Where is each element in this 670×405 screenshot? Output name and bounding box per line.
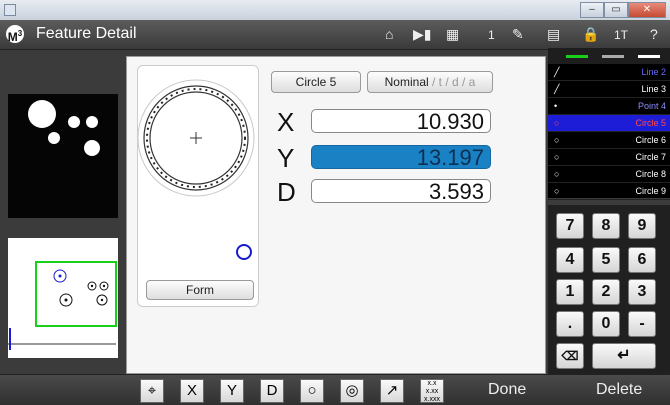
lock-icon[interactable]: 🔒 [582, 26, 599, 43]
d-tool-button[interactable]: D [260, 379, 284, 403]
x-label: X [277, 107, 295, 137]
m3-logo: M3 [6, 25, 24, 44]
list-item[interactable]: ○ Circle 7 [548, 149, 670, 166]
help-button[interactable]: ? [650, 26, 658, 42]
close-button[interactable]: ✕ [628, 2, 666, 18]
circle-icon: ○ [554, 135, 560, 145]
circle-icon: ○ [554, 186, 560, 196]
window-controls: – ▭ ✕ [580, 2, 666, 18]
x-tool-button[interactable]: X [180, 379, 204, 403]
part-view[interactable] [8, 238, 118, 358]
list-item[interactable]: ╱ Line 3 [548, 81, 670, 98]
list-item[interactable]: ○ Circle 6 [548, 132, 670, 149]
line-icon: ╱ [554, 83, 560, 94]
gray-bar-icon [602, 55, 624, 58]
list-item[interactable]: ╱ Line 2 [548, 64, 670, 81]
key-7[interactable]: 7 [556, 213, 584, 239]
delete-button[interactable]: Delete [596, 381, 642, 399]
key-6[interactable]: 6 [628, 247, 656, 273]
camera-image [28, 100, 100, 156]
video-icon[interactable]: ▶▮ [413, 26, 431, 43]
key-4[interactable]: 4 [556, 247, 584, 273]
camera-preview[interactable] [8, 94, 118, 218]
ruler-icon[interactable]: ▤ [547, 26, 560, 43]
form-button[interactable]: Form [146, 280, 254, 300]
counter-label: 1 [488, 28, 495, 42]
x-value-field[interactable]: 10.930 [311, 109, 491, 134]
circle-icon: ○ [554, 169, 560, 179]
white-bar-icon [638, 55, 660, 58]
key-minus[interactable]: - [628, 311, 656, 337]
key-decimal[interactable]: . [556, 311, 584, 337]
circle-icon[interactable]: ○ [300, 379, 324, 403]
y-label: Y [277, 143, 295, 173]
arrow-icon[interactable]: ↗ [380, 379, 404, 403]
page-title: Feature Detail [36, 25, 137, 42]
numeric-keypad: 7 8 9 4 5 6 1 2 3 . 0 - ⌫ ↵ [548, 205, 670, 375]
bottom-toolbar: ⌖ X Y D ○ ◎ ↗ x.x x.xx x.xxx Done Delete [0, 374, 670, 405]
key-8[interactable]: 8 [592, 213, 620, 239]
part-view-drawing [8, 261, 117, 350]
circle-icon: ○ [554, 152, 560, 162]
tolerance-label: / t / d / a [428, 75, 476, 89]
enter-icon[interactable]: ↵ [592, 343, 656, 369]
list-item[interactable]: ○ Circle 8 [548, 166, 670, 183]
tool-label[interactable]: 1T [614, 28, 628, 42]
feature-name-button[interactable]: Circle 5 [271, 71, 361, 93]
list-header [548, 48, 670, 64]
home-icon[interactable]: ⌂ [385, 26, 393, 42]
form-circle-icon[interactable] [236, 244, 252, 260]
nominal-label: Nominal [384, 75, 429, 89]
circle-icon: ○ [554, 118, 560, 128]
circle-form-plot [137, 79, 255, 197]
grid-icon[interactable]: ▦ [446, 26, 459, 43]
y-tool-button[interactable]: Y [220, 379, 244, 403]
window-titlebar: – ▭ ✕ [0, 0, 670, 20]
line-icon: ╱ [554, 66, 560, 77]
concentric-icon[interactable]: ◎ [340, 379, 364, 403]
list-item-selected[interactable]: ○ Circle 5 [548, 115, 670, 132]
form-plot-panel: Form [137, 65, 259, 307]
point-icon: • [554, 101, 558, 111]
feature-list: ╱ Line 2 ╱ Line 3 • Point 4 ○ Circle 5 ○ Circ… [548, 64, 670, 200]
backspace-icon[interactable]: ⌫ [556, 343, 584, 369]
crosshair-icon[interactable]: ⌖ [140, 379, 164, 403]
probe-icon[interactable]: ✎ [512, 26, 524, 43]
maximize-button[interactable]: ▭ [604, 2, 628, 18]
key-1[interactable]: 1 [556, 279, 584, 305]
d-label: D [277, 177, 296, 207]
green-bar-icon [566, 55, 588, 58]
done-button[interactable]: Done [488, 381, 526, 399]
app-header: M3 Feature Detail ⌂ ▶▮ ▦ 1 ✎ ▤ 🔒 1T ? [0, 20, 670, 50]
nominal-tolerance-button[interactable]: Nominal / t / d / a [367, 71, 493, 93]
minimize-button[interactable]: – [580, 2, 604, 18]
feature-detail-dialog: Form Circle 5 Nominal / t / d / a X 10.9… [126, 56, 546, 374]
key-3[interactable]: 3 [628, 279, 656, 305]
y-value-field[interactable]: 13.197 [311, 145, 491, 170]
list-item[interactable]: • Point 4 [548, 98, 670, 115]
key-2[interactable]: 2 [592, 279, 620, 305]
d-value-field[interactable]: 3.593 [311, 179, 491, 204]
key-9[interactable]: 9 [628, 213, 656, 239]
list-item[interactable]: ○ Circle 9 [548, 183, 670, 200]
decimal-format-icon[interactable]: x.x x.xx x.xxx [420, 379, 444, 403]
key-0[interactable]: 0 [592, 311, 620, 337]
key-5[interactable]: 5 [592, 247, 620, 273]
app-window-icon [4, 4, 16, 16]
